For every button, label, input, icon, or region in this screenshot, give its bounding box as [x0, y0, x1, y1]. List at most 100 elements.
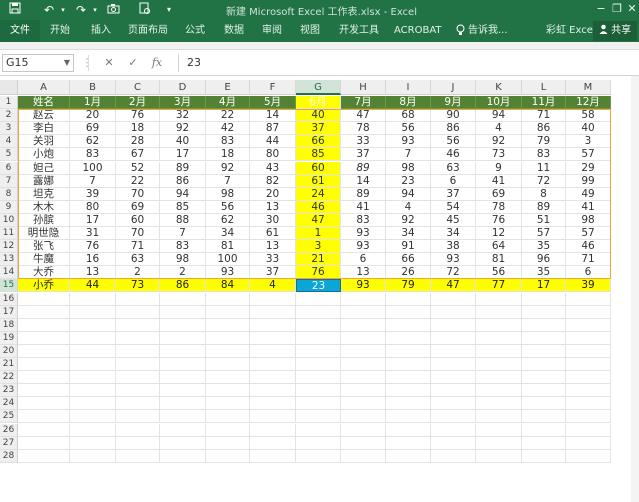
cell-g28[interactable] — [296, 449, 341, 463]
cell-a17[interactable] — [18, 305, 70, 319]
cell-f3[interactable]: 87 — [250, 122, 296, 136]
cell-j9[interactable]: 54 — [431, 200, 476, 214]
undo-dropdown-icon[interactable]: ▾ — [54, 2, 72, 18]
cell-d4[interactable]: 40 — [160, 135, 206, 149]
user-name[interactable]: 彩虹 Excel — [546, 24, 596, 38]
cell-f5[interactable]: 80 — [250, 148, 296, 162]
cell-e11[interactable]: 34 — [206, 227, 250, 240]
cell-d14[interactable]: 2 — [160, 266, 206, 280]
cell-f11[interactable]: 61 — [250, 227, 296, 240]
cell-l14[interactable]: 35 — [522, 266, 566, 280]
cell-j10[interactable]: 45 — [431, 213, 476, 227]
cell-e16[interactable] — [206, 292, 250, 306]
preview-icon[interactable] — [136, 2, 154, 18]
cell-d25[interactable] — [160, 410, 206, 424]
cell-i8[interactable]: 94 — [386, 187, 431, 201]
cell-d19[interactable] — [160, 331, 206, 345]
cell-h8[interactable]: 89 — [341, 187, 386, 201]
tab-formulas[interactable]: 公式 — [185, 24, 205, 38]
share-button[interactable]: 共享 — [593, 21, 637, 41]
row-header-4[interactable]: 4 — [0, 135, 18, 149]
cell-i2[interactable]: 68 — [386, 109, 431, 123]
cell-a15[interactable]: 小乔 — [18, 279, 70, 293]
cell-e26[interactable] — [206, 423, 250, 437]
cell-f12[interactable]: 13 — [250, 240, 296, 254]
cell-i11[interactable]: 34 — [386, 227, 431, 240]
cell-k17[interactable] — [476, 305, 522, 319]
cell-d21[interactable] — [160, 358, 206, 371]
cell-l16[interactable] — [522, 292, 566, 306]
cell-j25[interactable] — [431, 410, 476, 424]
cell-g6[interactable]: 60 — [296, 161, 341, 175]
cell-c8[interactable]: 70 — [116, 187, 160, 201]
cell-c3[interactable]: 18 — [116, 122, 160, 136]
cell-i3[interactable]: 56 — [386, 122, 431, 136]
cell-j18[interactable] — [431, 318, 476, 332]
row-header-19[interactable]: 19 — [0, 331, 18, 345]
cell-c5[interactable]: 67 — [116, 148, 160, 162]
cell-i15[interactable]: 79 — [386, 279, 431, 293]
cell-f22[interactable] — [250, 371, 296, 385]
cell-a5[interactable]: 小炮 — [18, 148, 70, 162]
cell-c24[interactable] — [116, 397, 160, 411]
cell-g12[interactable]: 3 — [296, 240, 341, 254]
cell-a16[interactable] — [18, 292, 70, 306]
cell-h20[interactable] — [341, 344, 386, 358]
cell-h17[interactable] — [341, 305, 386, 319]
cell-f18[interactable] — [250, 318, 296, 332]
cell-f16[interactable] — [250, 292, 296, 306]
cell-l26[interactable] — [522, 423, 566, 437]
cell-i27[interactable] — [386, 436, 431, 450]
cell-b19[interactable] — [70, 331, 116, 345]
cell-f1[interactable]: 5月 — [250, 96, 296, 109]
cell-k24[interactable] — [476, 397, 522, 411]
formula-input[interactable]: 23 — [178, 54, 637, 72]
cell-c11[interactable]: 70 — [116, 227, 160, 240]
cell-l28[interactable] — [522, 449, 566, 463]
cell-b6[interactable]: 100 — [70, 161, 116, 175]
cell-m13[interactable]: 71 — [566, 253, 611, 267]
cell-h14[interactable]: 13 — [341, 266, 386, 280]
close-icon[interactable]: ✕ — [625, 2, 639, 16]
cell-a21[interactable] — [18, 358, 70, 371]
row-header-27[interactable]: 27 — [0, 436, 18, 450]
cell-h6[interactable]: 89 — [341, 161, 386, 175]
cell-f27[interactable] — [250, 436, 296, 450]
cell-c28[interactable] — [116, 449, 160, 463]
select-all-corner[interactable] — [0, 80, 18, 95]
cell-g19[interactable] — [296, 331, 341, 345]
redo-dropdown-icon[interactable]: ▾ — [86, 2, 104, 18]
cell-c17[interactable] — [116, 305, 160, 319]
cell-g4[interactable]: 66 — [296, 135, 341, 149]
row-header-25[interactable]: 25 — [0, 410, 18, 424]
cell-b5[interactable]: 83 — [70, 148, 116, 162]
cell-i14[interactable]: 26 — [386, 266, 431, 280]
cell-m1[interactable]: 12月 — [566, 96, 611, 109]
cell-k28[interactable] — [476, 449, 522, 463]
cell-m4[interactable]: 3 — [566, 135, 611, 149]
cell-h11[interactable]: 93 — [341, 227, 386, 240]
cell-k2[interactable]: 94 — [476, 109, 522, 123]
cell-m11[interactable]: 57 — [566, 227, 611, 240]
cell-b4[interactable]: 62 — [70, 135, 116, 149]
cell-b28[interactable] — [70, 449, 116, 463]
cell-e9[interactable]: 56 — [206, 200, 250, 214]
row-header-3[interactable]: 3 — [0, 122, 18, 136]
cell-g18[interactable] — [296, 318, 341, 332]
cell-m12[interactable]: 46 — [566, 240, 611, 254]
cell-l21[interactable] — [522, 358, 566, 371]
camera-icon[interactable] — [104, 2, 122, 18]
cell-c6[interactable]: 52 — [116, 161, 160, 175]
cell-m25[interactable] — [566, 410, 611, 424]
save-icon[interactable] — [6, 2, 24, 18]
cell-k18[interactable] — [476, 318, 522, 332]
cell-l20[interactable] — [522, 344, 566, 358]
cell-h19[interactable] — [341, 331, 386, 345]
cell-j13[interactable]: 93 — [431, 253, 476, 267]
cell-c7[interactable]: 22 — [116, 174, 160, 188]
cell-d13[interactable]: 98 — [160, 253, 206, 267]
cell-k1[interactable]: 10月 — [476, 96, 522, 109]
cell-k15[interactable]: 77 — [476, 279, 522, 293]
cell-l11[interactable]: 57 — [522, 227, 566, 240]
cell-k23[interactable] — [476, 384, 522, 398]
